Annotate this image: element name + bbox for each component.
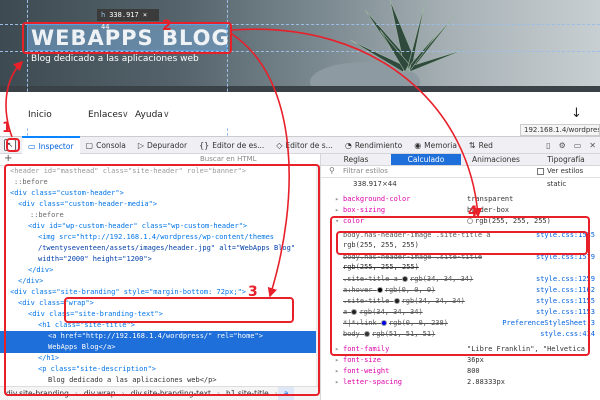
annotation-arrows: [5, 28, 483, 298]
